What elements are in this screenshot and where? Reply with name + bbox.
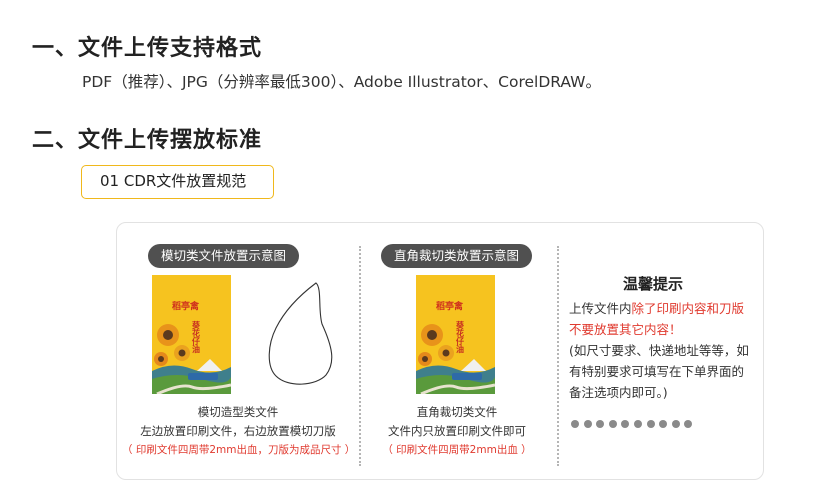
die-cut-outline-shape <box>268 282 333 385</box>
die-cut-caption-line: 左边放置印刷文件，右边放置模切刀版 <box>140 424 336 438</box>
panel-divider <box>359 246 361 466</box>
sunflower-poster-image: 稻亭禽 葵花仔油 <box>416 275 495 394</box>
poster-slogan: 葵花仔油 <box>191 320 201 354</box>
tab-cdr-placement[interactable]: 01 CDR文件放置规范 <box>81 165 274 199</box>
tips-body: 上传文件内除了印刷内容和刀版不要放置其它内容！ (如尺寸要求、快递地址等等，如有… <box>569 298 749 403</box>
tips-dot <box>583 420 592 428</box>
tips-dot-row <box>571 413 697 432</box>
tips-dot <box>671 420 680 428</box>
panel-divider <box>557 246 559 466</box>
section-title-formats: 一、文件上传支持格式 <box>32 36 263 61</box>
tips-dot <box>596 420 605 428</box>
square-cut-caption-line: 文件内只放置印刷文件即可 <box>388 424 526 438</box>
square-cut-caption-note: （ 印刷文件四周带2mm出血 ） <box>382 444 532 456</box>
tips-title: 温馨提示 <box>623 275 684 293</box>
tips-dot <box>571 420 579 428</box>
tips-dot <box>684 420 693 428</box>
poster-brand: 稻亭禽 <box>436 300 464 312</box>
tips-dot <box>608 420 617 428</box>
die-cut-pill: 模切类文件放置示意图 <box>148 244 300 268</box>
tips-dot <box>659 420 668 428</box>
supported-formats-text: PDF（推荐）、JPG（分辨率最低300）、Adobe Illustrator、… <box>82 73 601 91</box>
tips-line1-prefix: 上传文件内 <box>569 301 632 316</box>
tips-dot <box>646 420 655 428</box>
die-cut-caption-title: 模切造型类文件 <box>197 405 279 419</box>
print-file-illustration: 稻亭禽 葵花仔油 <box>416 275 495 394</box>
sunflower-poster-image: 稻亭禽 葵花仔油 <box>152 275 231 394</box>
square-cut-pill: 直角裁切类放置示意图 <box>381 244 533 268</box>
square-cut-caption-title: 直角裁切类文件 <box>416 405 498 419</box>
tips-line2: (如尺寸要求、快递地址等等，如有特别要求可填写在下单界面的备注选项内即可。) <box>569 343 749 400</box>
poster-slogan: 葵花仔油 <box>455 320 465 354</box>
poster-brand: 稻亭禽 <box>172 300 200 312</box>
die-cut-caption-note: （ 印刷文件四周带2mm出血，刀版为成品尺寸 ） <box>122 444 356 456</box>
tips-dot <box>633 420 642 428</box>
print-file-illustration: 稻亭禽 葵花仔油 <box>152 275 231 394</box>
tips-dot <box>621 420 630 428</box>
section-title-placement: 二、文件上传摆放标准 <box>32 128 263 153</box>
